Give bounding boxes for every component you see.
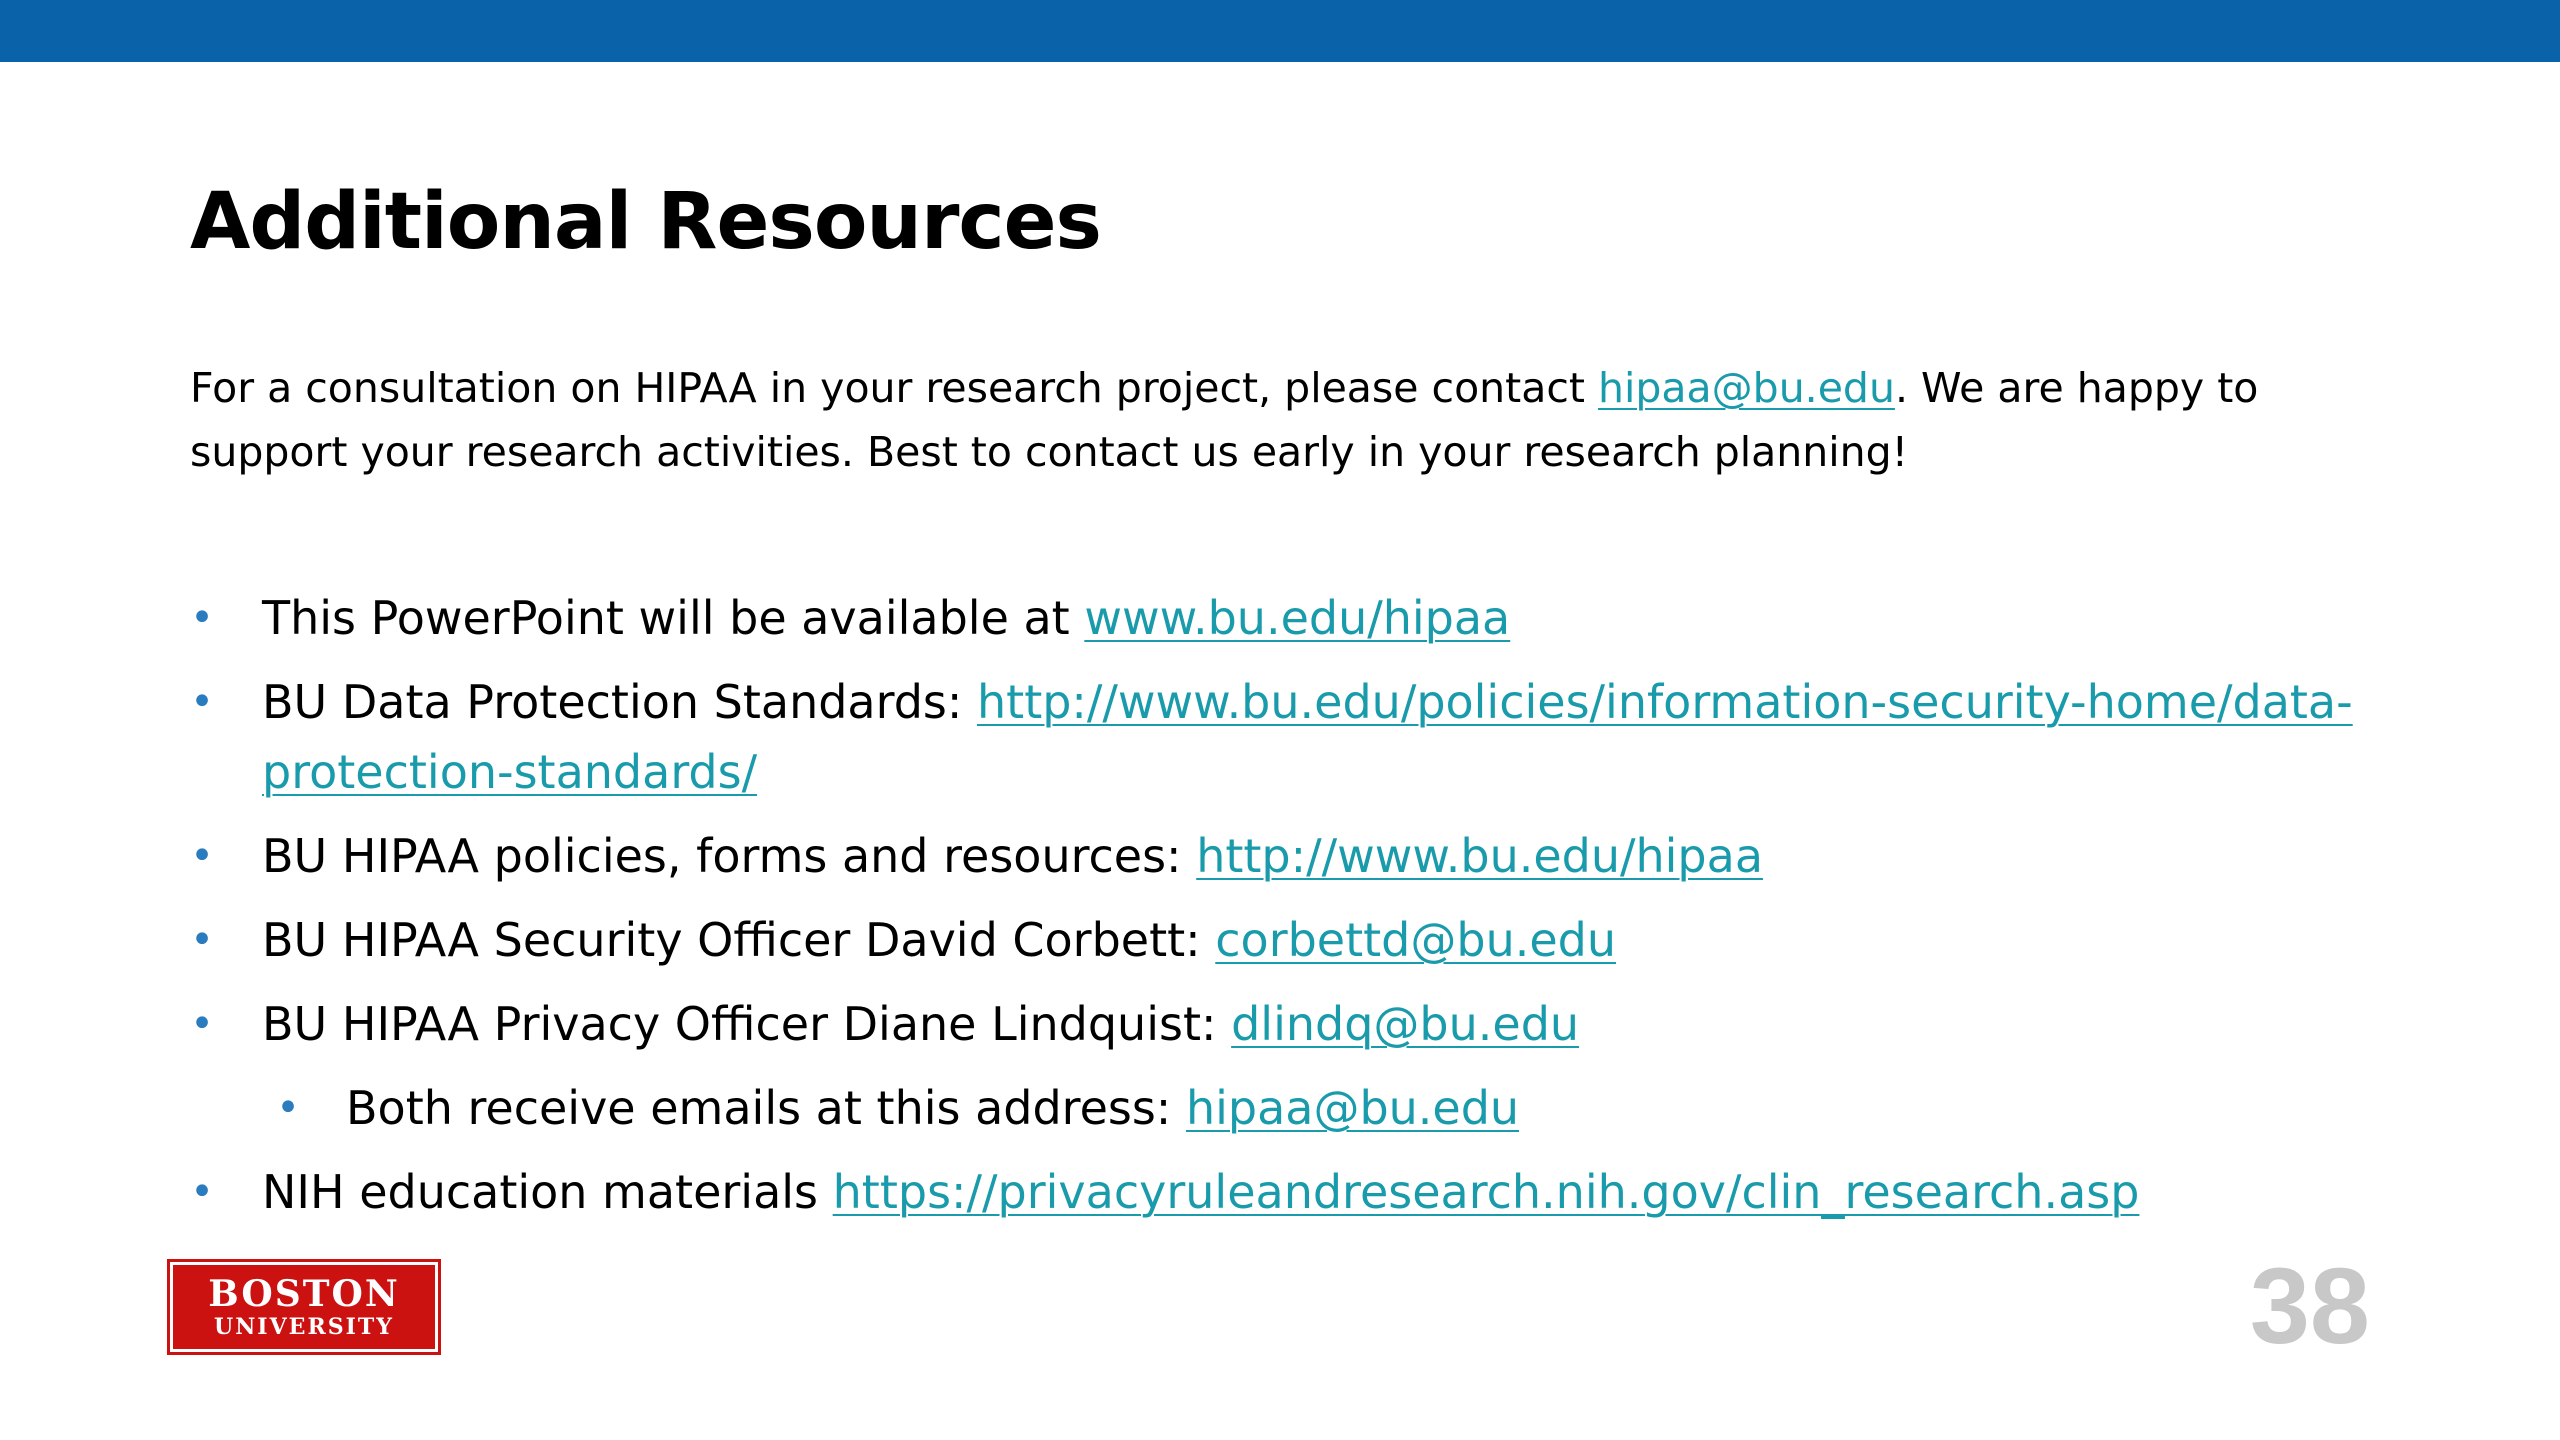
bullet-icon: • [190, 833, 214, 879]
security-officer-email-link[interactable]: corbettd@bu.edu [1215, 913, 1616, 967]
nih-materials-link[interactable]: https://privacyruleandresearch.nih.gov/c… [833, 1165, 2140, 1219]
bullet-icon: • [190, 679, 214, 725]
intro-paragraph: For a consultation on HIPAA in your rese… [190, 356, 2390, 484]
bullet-icon: • [190, 1169, 214, 1215]
list-item-label: Both receive emails at this address: [346, 1081, 1186, 1135]
slide: Additional Resources For a consultation … [0, 0, 2560, 1440]
shared-email-link[interactable]: hipaa@bu.edu [1186, 1081, 1519, 1135]
top-header-bar [0, 0, 2560, 62]
page-number: 38 [2249, 1245, 2370, 1366]
logo-line2: UNIVERSITY [214, 1314, 394, 1340]
slide-title: Additional Resources [190, 177, 1102, 267]
list-item-data-protection: • BU Data Protection Standards: http://w… [190, 667, 2490, 807]
list-item-privacy-officer: • BU HIPAA Privacy Officer Diane Lindqui… [190, 989, 2490, 1059]
list-item-nih-materials: • NIH education materials https://privac… [190, 1157, 2490, 1227]
bullet-icon: • [190, 917, 214, 963]
bullet-icon: • [276, 1085, 300, 1131]
intro-text-before: For a consultation on HIPAA in your rese… [190, 364, 1599, 412]
list-item-label: BU HIPAA Privacy Officer Diane Lindquist… [262, 997, 1232, 1051]
list-item-label: NIH education materials [262, 1165, 833, 1219]
list-item-security-officer: • BU HIPAA Security Officer David Corbet… [190, 905, 2490, 975]
intro-email-link[interactable]: hipaa@bu.edu [1598, 364, 1895, 412]
list-item-label: This PowerPoint will be available at [262, 591, 1085, 645]
list-item-label: BU HIPAA policies, forms and resources: [262, 829, 1197, 883]
list-item-powerpoint: • This PowerPoint will be available at w… [190, 583, 2490, 653]
bullet-icon: • [190, 1001, 214, 1047]
privacy-officer-email-link[interactable]: dlindq@bu.edu [1231, 997, 1579, 1051]
powerpoint-link[interactable]: www.bu.edu/hipaa [1084, 591, 1510, 645]
list-item-hipaa-policies: • BU HIPAA policies, forms and resources… [190, 821, 2490, 891]
list-subitem-shared-email: • Both receive emails at this address: h… [190, 1073, 2490, 1143]
logo-line1: BOSTON [208, 1273, 400, 1315]
boston-university-logo: BOSTON UNIVERSITY [167, 1259, 441, 1355]
list-item-label: BU Data Protection Standards: [262, 675, 977, 729]
resource-list: • This PowerPoint will be available at w… [190, 583, 2490, 1241]
hipaa-policies-link[interactable]: http://www.bu.edu/hipaa [1196, 829, 1763, 883]
list-item-label: BU HIPAA Security Officer David Corbett: [262, 913, 1216, 967]
bullet-icon: • [190, 595, 214, 641]
